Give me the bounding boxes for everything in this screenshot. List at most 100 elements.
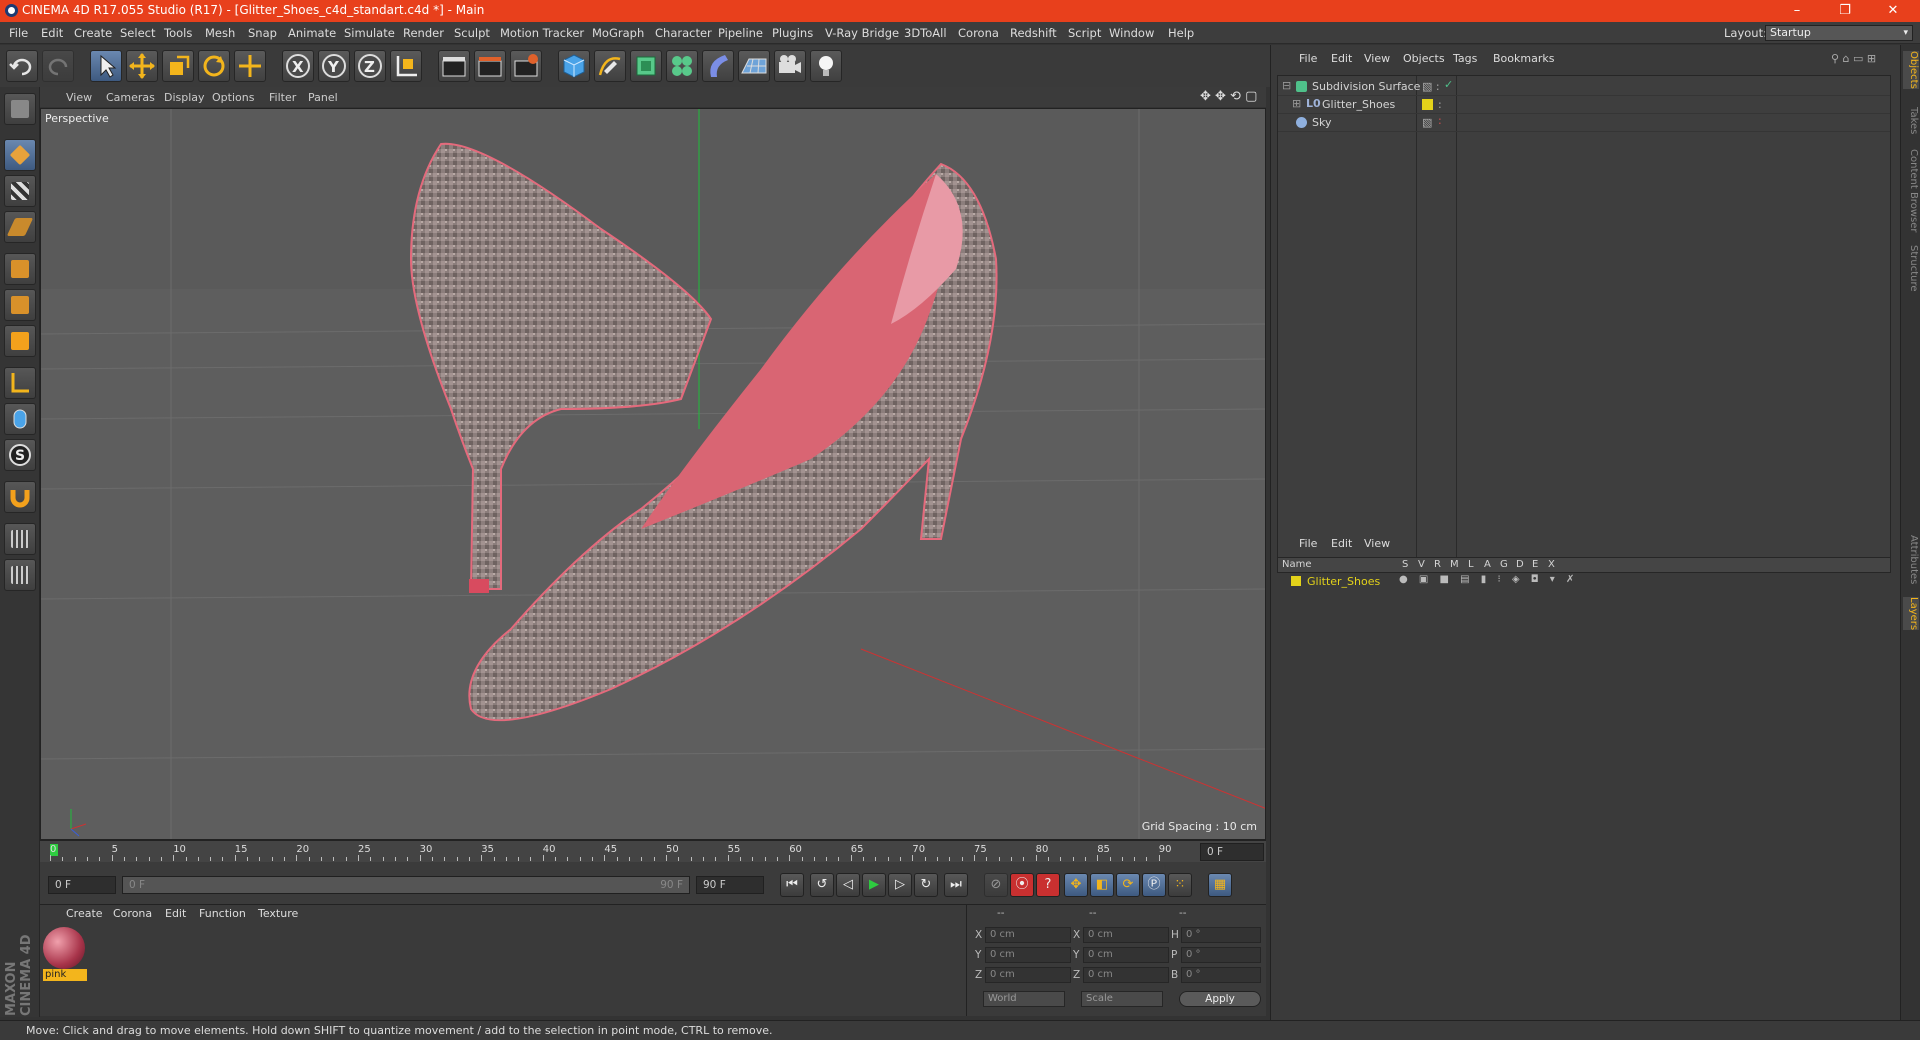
subdivision-surface-button[interactable] xyxy=(630,50,662,82)
timeline-ruler[interactable]: 0 5 10 15 20 25 30 35 40 45 50 55 60 65 70 75 80 85 90 0 F xyxy=(40,840,1266,862)
tab-takes[interactable]: Takes xyxy=(1903,107,1919,134)
object-row-subdivision-surface[interactable]: ⊟ Subdivision Surface ▧ : ✓ xyxy=(1278,78,1890,96)
visibility-dots[interactable]: : xyxy=(1438,98,1442,111)
layer-menu-view[interactable]: View xyxy=(1364,537,1390,550)
restore-button[interactable]: ❐ xyxy=(1822,0,1868,22)
object-menu-file[interactable]: File xyxy=(1299,52,1317,65)
material-menu-corona[interactable]: Corona xyxy=(113,907,152,920)
scale-key-button[interactable]: ◧ xyxy=(1090,873,1114,897)
enabled-check-icon[interactable]: ✓ xyxy=(1444,78,1453,91)
deformer-button[interactable] xyxy=(702,50,734,82)
object-menu-tags[interactable]: Tags xyxy=(1453,52,1477,65)
close-button[interactable]: ✕ xyxy=(1870,0,1916,22)
menu-simulate[interactable]: Simulate xyxy=(344,26,395,40)
menu-character[interactable]: Character xyxy=(655,26,712,40)
viewport-menu-cameras[interactable]: Cameras xyxy=(106,91,155,104)
object-menu-objects[interactable]: Objects xyxy=(1403,52,1445,65)
tab-objects[interactable]: Objects xyxy=(1903,51,1919,89)
play-button[interactable]: ▶ xyxy=(862,873,886,897)
menu-help[interactable]: Help xyxy=(1168,26,1194,40)
menu-select[interactable]: Select xyxy=(120,26,155,40)
layer-row-glitter-shoes[interactable]: Glitter_Shoes ● ▣ ■ ▤ ▮ ⁝ ◈ ◘ ▾ ✗ xyxy=(1277,573,1891,590)
next-key-button[interactable]: ↻ xyxy=(914,873,938,897)
menu-snap[interactable]: Snap xyxy=(248,26,277,40)
layer-menu-file[interactable]: File xyxy=(1299,537,1317,550)
polygons-mode-button[interactable] xyxy=(4,325,36,357)
coord-pos-y-field[interactable]: 0 cm xyxy=(985,947,1071,963)
menu-pipeline[interactable]: Pipeline xyxy=(718,26,763,40)
light-button[interactable] xyxy=(810,50,842,82)
x-axis-lock-button[interactable]: X xyxy=(282,50,314,82)
layer-color-swatch[interactable] xyxy=(1291,576,1301,586)
collapse-toggle-icon[interactable]: ⊟ xyxy=(1282,79,1291,92)
texture-mode-button[interactable] xyxy=(4,175,36,207)
magnet-button[interactable] xyxy=(4,481,36,513)
next-frame-button[interactable]: ▷ xyxy=(888,873,912,897)
tab-layers[interactable]: Layers xyxy=(1903,597,1919,631)
menu-window[interactable]: Window xyxy=(1109,26,1154,40)
coord-size-z-field[interactable]: 0 cm xyxy=(1083,967,1169,983)
menu-vray-bridge[interactable]: V-Ray Bridge xyxy=(825,26,899,40)
end-frame-field[interactable]: 90 F xyxy=(696,876,764,894)
render-settings-button[interactable] xyxy=(510,50,542,82)
menu-mograph[interactable]: MoGraph xyxy=(592,26,644,40)
undo-button[interactable] xyxy=(6,50,38,82)
coord-size-x-field[interactable]: 0 cm xyxy=(1083,927,1169,943)
rotation-key-button[interactable]: ⟳ xyxy=(1116,873,1140,897)
spline-pen-button[interactable] xyxy=(594,50,626,82)
visibility-dots[interactable]: ▧ xyxy=(1422,116,1432,129)
cube-object-button[interactable] xyxy=(558,50,590,82)
start-frame-field[interactable]: 0 F xyxy=(48,876,116,894)
go-to-end-button[interactable]: ⏭ xyxy=(944,873,968,897)
expand-toggle-icon[interactable]: ⊞ xyxy=(1292,97,1301,110)
menu-script[interactable]: Script xyxy=(1068,26,1101,40)
object-menu-bookmarks[interactable]: Bookmarks xyxy=(1493,52,1554,65)
point-level-key-button[interactable]: ⁙ xyxy=(1168,873,1192,897)
enable-axis-button[interactable] xyxy=(4,367,36,399)
previous-key-button[interactable]: ↺ xyxy=(810,873,834,897)
cloner-button[interactable] xyxy=(666,50,698,82)
tab-attributes[interactable]: Attributes xyxy=(1903,535,1919,584)
layer-flag-icons[interactable]: ● ▣ ■ ▤ ▮ ⁝ ◈ ◘ ▾ ✗ xyxy=(1399,574,1578,585)
object-row-sky[interactable]: Sky ▧ : xyxy=(1278,114,1890,132)
menu-motion-tracker[interactable]: Motion Tracker xyxy=(500,26,584,40)
go-to-start-button[interactable]: ⏮ xyxy=(780,873,804,897)
viewport-menu-display[interactable]: Display xyxy=(164,91,205,104)
menu-corona[interactable]: Corona xyxy=(958,26,999,40)
menu-create[interactable]: Create xyxy=(74,26,112,40)
material-menu-create[interactable]: Create xyxy=(66,907,103,920)
snap-button[interactable]: S xyxy=(4,439,36,471)
menu-plugins[interactable]: Plugins xyxy=(772,26,813,40)
auto-keying-button[interactable]: ⦿ xyxy=(1010,873,1034,897)
object-row-glitter-shoes[interactable]: ⊞ L0 Glitter_Shoes : xyxy=(1278,96,1890,114)
camera-button[interactable] xyxy=(774,50,806,82)
viewport-menu-panel[interactable]: Panel xyxy=(308,91,338,104)
viewport-menu-view[interactable]: View xyxy=(66,91,92,104)
planar-workplane-button[interactable] xyxy=(4,559,36,591)
object-menu-view[interactable]: View xyxy=(1364,52,1390,65)
coord-pos-z-field[interactable]: 0 cm xyxy=(985,967,1071,983)
object-manager-tools-icons[interactable]: ⚲ ⌂ ▭ ⊞ xyxy=(1831,52,1876,65)
minimize-button[interactable]: – xyxy=(1774,0,1820,22)
perspective-viewport[interactable]: Perspective Grid Spacing : 10 cm xyxy=(40,108,1266,840)
edges-mode-button[interactable] xyxy=(4,289,36,321)
current-frame-field[interactable]: 0 F xyxy=(1200,843,1264,861)
keyframe-selection-button[interactable]: ? xyxy=(1036,873,1060,897)
apply-button[interactable]: Apply xyxy=(1179,991,1261,1007)
tab-structure[interactable]: Structure xyxy=(1903,245,1919,292)
coord-rot-h-field[interactable]: 0 ° xyxy=(1181,927,1261,943)
menu-edit[interactable]: Edit xyxy=(41,26,63,40)
coord-rot-b-field[interactable]: 0 ° xyxy=(1181,967,1261,983)
layer-menu-edit[interactable]: Edit xyxy=(1331,537,1352,550)
redo-button[interactable] xyxy=(42,50,74,82)
size-mode-select[interactable]: Scale xyxy=(1081,991,1163,1007)
live-selection-button[interactable] xyxy=(90,50,122,82)
menu-redshift[interactable]: Redshift xyxy=(1010,26,1057,40)
coord-rot-p-field[interactable]: 0 ° xyxy=(1181,947,1261,963)
viewport-menu-options[interactable]: Options xyxy=(212,91,254,104)
y-axis-lock-button[interactable]: Y xyxy=(318,50,350,82)
material-menu-texture[interactable]: Texture xyxy=(258,907,298,920)
position-key-button[interactable]: ✥ xyxy=(1064,873,1088,897)
render-to-picture-viewer-button[interactable] xyxy=(474,50,506,82)
locked-workplane-button[interactable] xyxy=(4,523,36,555)
